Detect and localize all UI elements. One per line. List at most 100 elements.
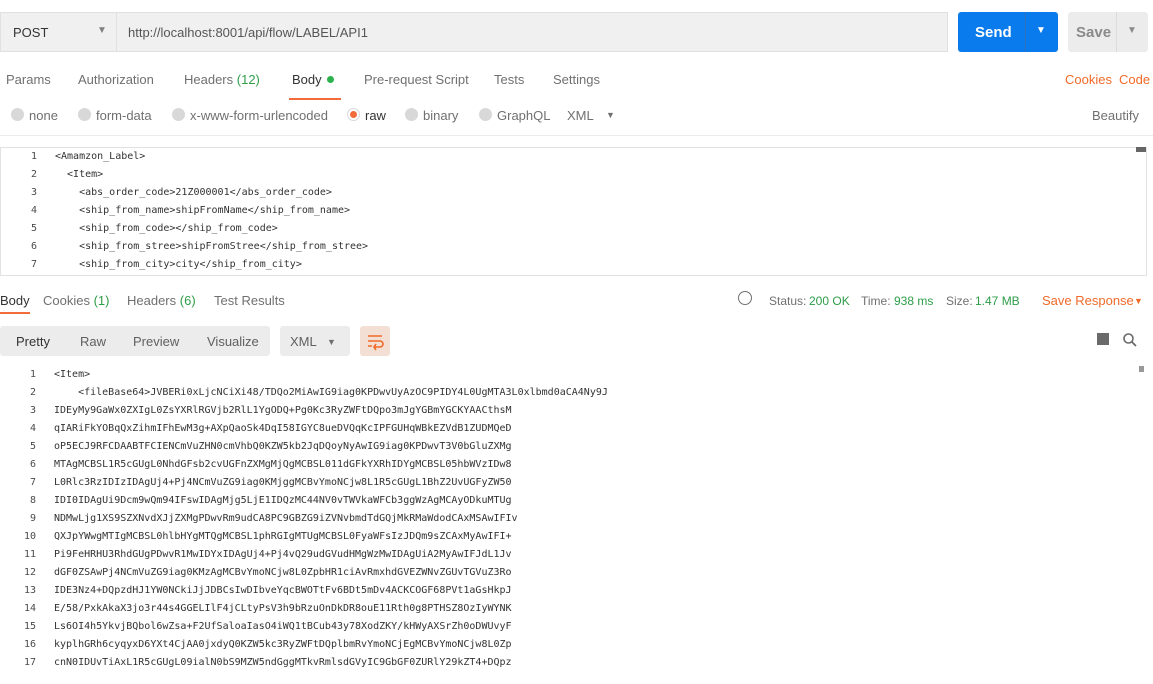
response-tab-body[interactable]: Body bbox=[0, 293, 30, 308]
tab-body[interactable]: Body bbox=[292, 72, 334, 87]
radio-none[interactable] bbox=[11, 108, 24, 121]
request-line-number: 7 bbox=[30, 259, 37, 270]
tab-authorization[interactable]: Authorization bbox=[78, 72, 154, 87]
view-pretty[interactable]: Pretty bbox=[16, 334, 50, 349]
response-line-number: 13 bbox=[23, 585, 36, 596]
view-raw[interactable]: Raw bbox=[80, 334, 106, 349]
send-divider bbox=[1025, 12, 1026, 52]
request-code-line: <ship_from_city>city</ship_from_city> bbox=[55, 259, 302, 270]
size-value[interactable]: 1.47 MB bbox=[975, 294, 1020, 308]
response-code-line: <fileBase64>JVBERi0xLjcNCiXi48/TDQo2MiAw… bbox=[54, 387, 608, 398]
radio-urlencoded-label: x-www-form-urlencoded bbox=[190, 108, 328, 123]
request-body-editor[interactable]: 1 <Amamzon_Label> 2 <Item> 3 <abs_order_cod… bbox=[0, 147, 1147, 276]
request-line-number: 2 bbox=[30, 169, 37, 180]
response-code-line: kyplhGRh6cyqyxD6YXt4CjAA0jxdyQ0KZW5kc3Ry… bbox=[54, 639, 512, 650]
radio-binary-label: binary bbox=[423, 108, 459, 123]
response-scrollbar-thumb[interactable] bbox=[1139, 366, 1144, 372]
response-line-number: 15 bbox=[23, 621, 36, 632]
time-value[interactable]: 938 ms bbox=[894, 294, 933, 308]
tab-tests[interactable]: Tests bbox=[494, 72, 524, 87]
url-value: http://localhost:8001/api/flow/LABEL/API… bbox=[128, 25, 368, 40]
response-line-number: 10 bbox=[23, 531, 36, 542]
radio-urlencoded[interactable] bbox=[172, 108, 185, 121]
chevron-down-icon: ▼ bbox=[97, 25, 107, 36]
radio-raw-label: raw bbox=[365, 108, 386, 123]
chevron-down-icon[interactable]: ▼ bbox=[1134, 296, 1143, 306]
request-line-number: 4 bbox=[30, 205, 37, 216]
response-line-number: 5 bbox=[29, 441, 36, 452]
response-tab-headers-label: Headers bbox=[127, 293, 177, 308]
request-code-line: <ship_from_code></ship_from_code> bbox=[55, 223, 278, 234]
response-line-number: 17 bbox=[23, 657, 36, 668]
response-body-viewer[interactable]: 1 <Item> 2 <fileBase64>JVBERi0xLjcNCiXi48/… bbox=[0, 365, 1136, 684]
response-line-number: 8 bbox=[29, 495, 36, 506]
search-icon[interactable] bbox=[1122, 332, 1138, 348]
wrap-lines-button[interactable] bbox=[360, 326, 390, 356]
cookies-link[interactable]: Cookies bbox=[1065, 72, 1112, 87]
tab-headers[interactable]: Headers (12) bbox=[184, 72, 260, 87]
copy-icon[interactable] bbox=[1097, 333, 1109, 345]
response-code-line: <Item> bbox=[54, 369, 91, 380]
radio-form-data[interactable] bbox=[78, 108, 91, 121]
response-code-line: dGF0ZSAwPj4NCmVuZG9iag0KMzAgMCBvYmoNCjw8… bbox=[54, 567, 512, 578]
active-response-tab-indicator bbox=[0, 312, 30, 314]
radio-graphql[interactable] bbox=[479, 108, 492, 121]
response-format-value: XML bbox=[290, 334, 317, 349]
chevron-down-icon[interactable]: ▼ bbox=[1127, 25, 1137, 36]
response-tab-cookies[interactable]: Cookies (1) bbox=[43, 293, 109, 308]
radio-binary[interactable] bbox=[405, 108, 418, 121]
response-code-line: QXJpYWwgMTIgMCBSL0hlbHYgMTQgMCBSL1phRGIg… bbox=[54, 531, 512, 542]
tab-params[interactable]: Params bbox=[6, 72, 51, 87]
response-line-number: 7 bbox=[29, 477, 36, 488]
response-code-line: Ls6OI4h5YkvjBQbol6wZsa+F2UfSaloaIasO4iWQ… bbox=[54, 621, 512, 632]
response-code-line: oP5ECJ9RFCDAABTFCIENCmVuZHN0cmVhbQ0KZW5k… bbox=[54, 441, 512, 452]
chevron-down-icon[interactable]: ▼ bbox=[606, 110, 615, 120]
response-tab-headers-count: (6) bbox=[179, 293, 196, 308]
method-select[interactable]: POST ▼ bbox=[0, 12, 116, 52]
status-label: Status: bbox=[769, 294, 807, 308]
response-code-line: E/58/PxkAkaX3jo3r44s4GGELIlF4jCLtyPsV3h9… bbox=[54, 603, 512, 614]
time-label: Time: bbox=[861, 294, 891, 308]
response-line-number: 3 bbox=[29, 405, 36, 416]
radio-form-data-label: form-data bbox=[96, 108, 152, 123]
send-button[interactable]: Send ▼ bbox=[958, 12, 1058, 52]
tab-headers-label: Headers bbox=[184, 72, 234, 87]
chevron-down-icon[interactable]: ▼ bbox=[1036, 25, 1046, 36]
response-code-line: NDMwLjg1XS9SZXNvdXJjZXMgPDwvRm9udCA8PC9G… bbox=[54, 513, 518, 524]
request-code-line: <ship_from_stree>shipFromStree</ship_fro… bbox=[55, 241, 369, 252]
save-divider bbox=[1116, 12, 1117, 52]
request-code-line: <ship_from_name>shipFromName</ship_from_… bbox=[55, 205, 351, 216]
request-code-line: <Amamzon_Label> bbox=[55, 151, 146, 162]
wrap-icon bbox=[368, 335, 384, 351]
response-tab-headers[interactable]: Headers (6) bbox=[127, 293, 196, 308]
code-link[interactable]: Code bbox=[1119, 72, 1150, 87]
response-code-line: IDEyMy9GaWx0ZXIgL0ZsYXRlRGVjb2RlL1YgODQ+… bbox=[54, 405, 512, 416]
tab-settings[interactable]: Settings bbox=[553, 72, 600, 87]
save-button[interactable]: Save ▼ bbox=[1068, 12, 1148, 52]
modified-dot-icon bbox=[326, 76, 334, 83]
globe-icon[interactable] bbox=[738, 291, 752, 305]
tab-prerequest[interactable]: Pre-request Script bbox=[364, 72, 469, 87]
response-line-number: 9 bbox=[29, 513, 36, 524]
view-preview[interactable]: Preview bbox=[133, 334, 179, 349]
beautify-link[interactable]: Beautify bbox=[1092, 108, 1139, 123]
response-code-line: cnN0IDUvTiAxL1R5cGUgL09ialN0bS9MZW5ndGgg… bbox=[54, 657, 512, 668]
editor-scrollbar-thumb[interactable] bbox=[1136, 147, 1146, 152]
radio-raw[interactable] bbox=[347, 108, 360, 121]
response-tab-test-results[interactable]: Test Results bbox=[214, 293, 285, 308]
status-value[interactable]: 200 OK bbox=[809, 294, 850, 308]
url-input[interactable]: http://localhost:8001/api/flow/LABEL/API… bbox=[116, 12, 948, 52]
response-code-line: IDE3Nz4+DQpzdHJ1YW0NCkiJjJDBCsIwDIbveYqc… bbox=[54, 585, 512, 596]
request-line-number: 5 bbox=[30, 223, 37, 234]
method-value: POST bbox=[13, 25, 49, 40]
response-line-number: 6 bbox=[29, 459, 36, 470]
response-code-line: qIARiFkYOBqQxZihmIFhEwM3g+AXpQaoSk4DqI58… bbox=[54, 423, 512, 434]
response-line-number: 11 bbox=[23, 549, 36, 560]
view-visualize[interactable]: Visualize bbox=[207, 334, 259, 349]
response-code-line: IDI0IDAgUi9Dcm9wQm94IFswIDAgMjg5LjE1IDQz… bbox=[54, 495, 512, 506]
save-response-button[interactable]: Save Response bbox=[1042, 293, 1134, 308]
body-format-select[interactable]: XML bbox=[567, 108, 594, 123]
response-code-line: MTAgMCBSL1R5cGUgL0NhdGFsb2cvUGFnZXMgMjQg… bbox=[54, 459, 512, 470]
request-line-number: 1 bbox=[30, 151, 37, 162]
request-code-line: <Item> bbox=[55, 169, 104, 180]
